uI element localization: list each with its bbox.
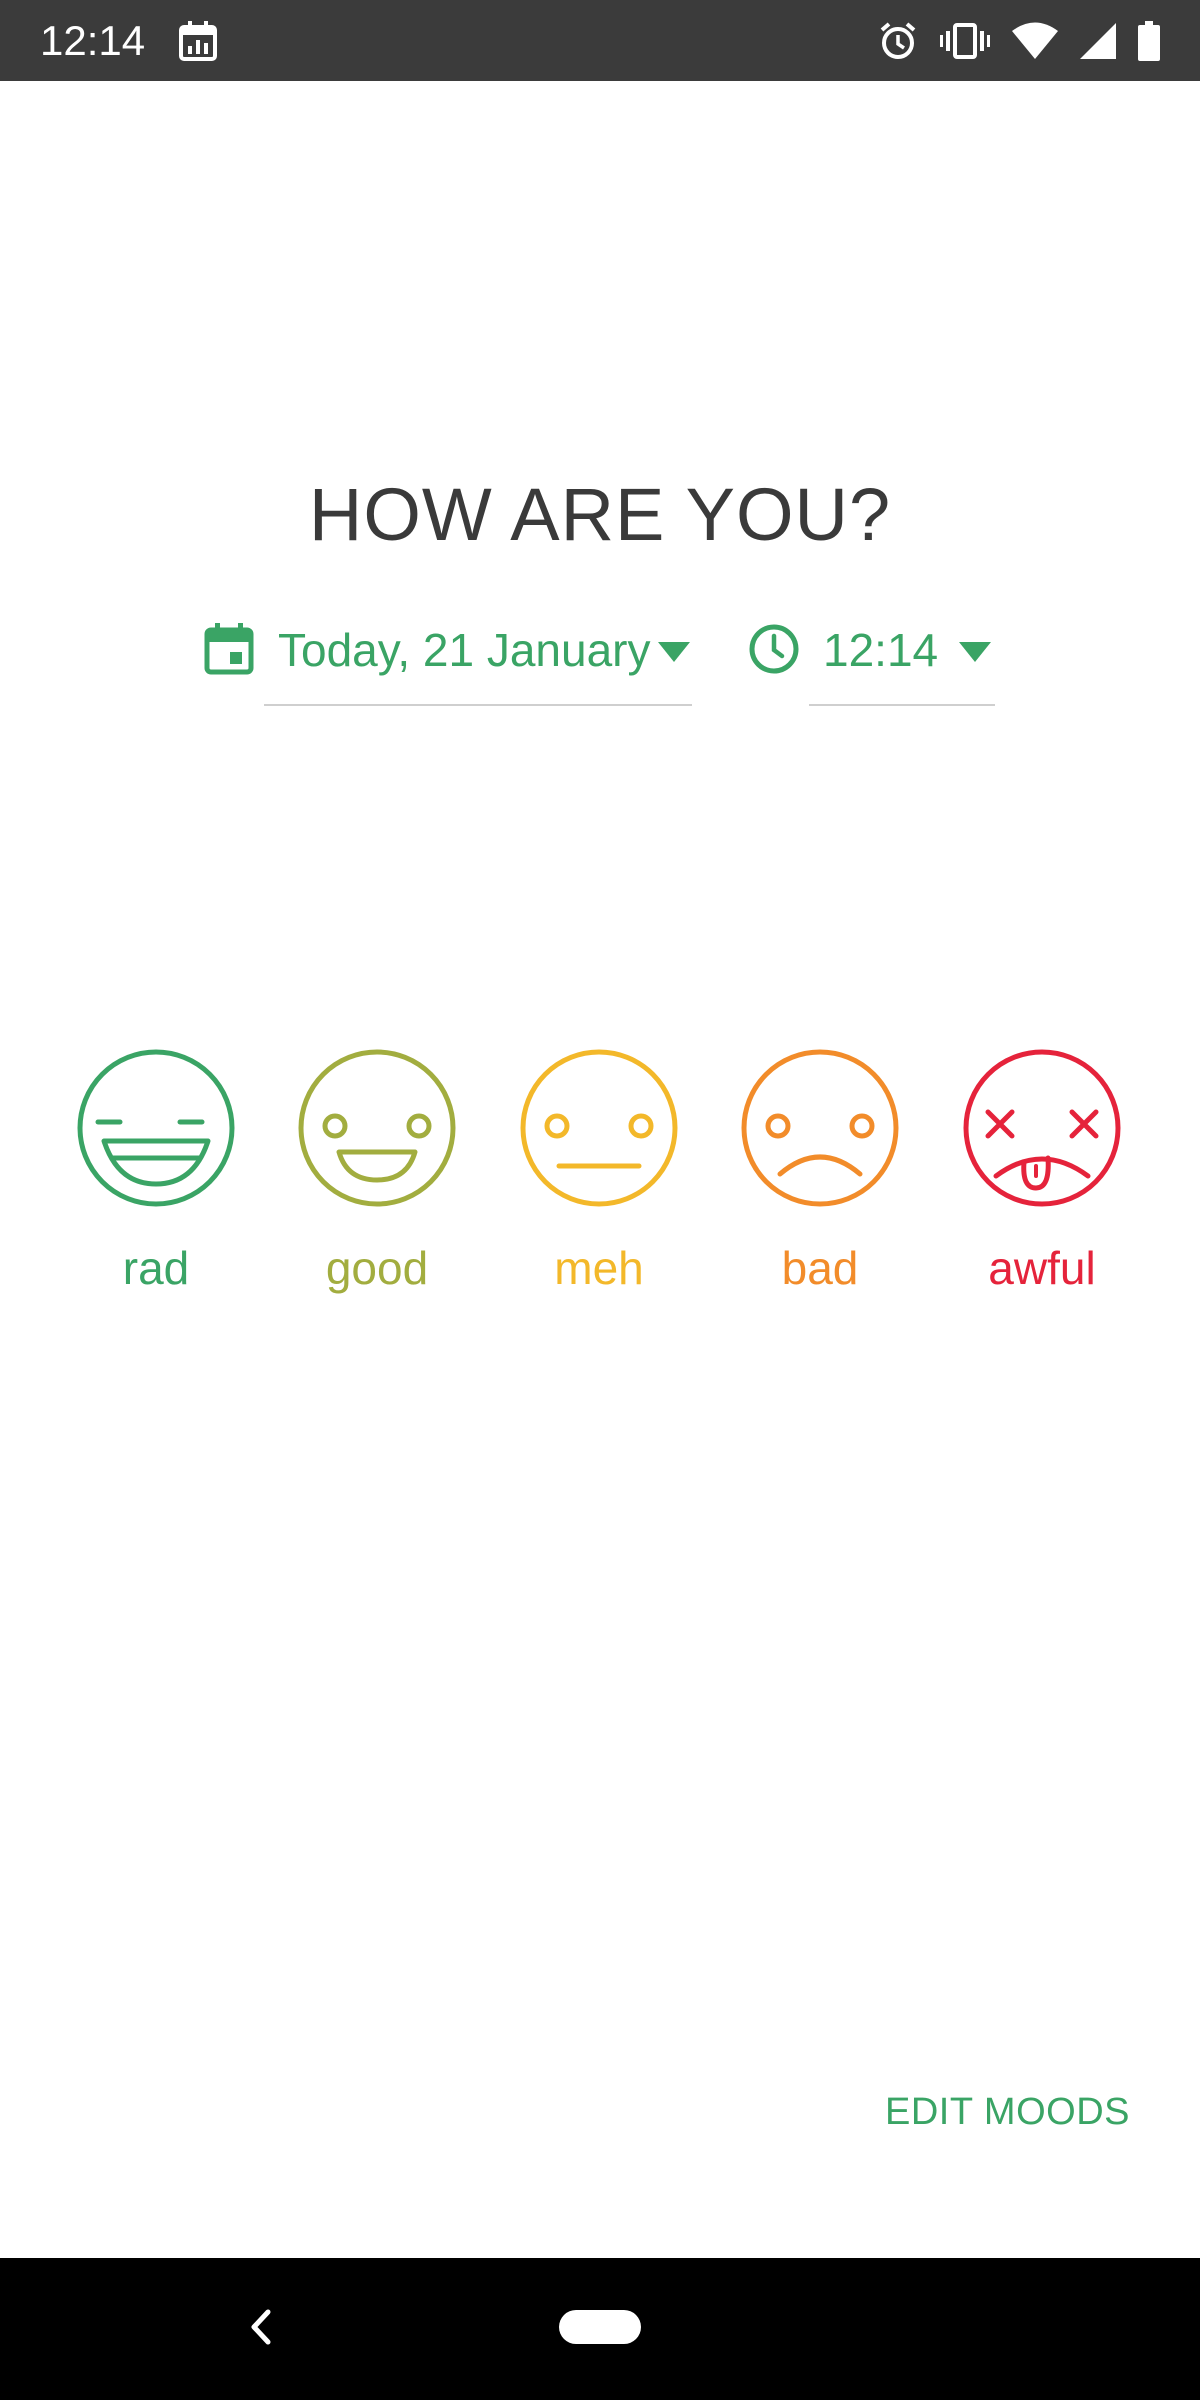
mood-rad[interactable]: rad bbox=[56, 1048, 256, 1308]
status-icons bbox=[878, 18, 1160, 64]
mood-label-bad: bad bbox=[781, 1242, 859, 1294]
calendar-icon bbox=[204, 623, 254, 675]
mood-label-awful: awful bbox=[988, 1242, 1096, 1294]
home-button[interactable] bbox=[559, 2310, 641, 2344]
screen: 12:14 HOW ARE YOU? Today, 21 January 12:… bbox=[0, 0, 1200, 2400]
signal-icon bbox=[1080, 23, 1116, 59]
mood-selector: rad good meh bad awful bbox=[0, 1048, 1200, 1308]
vibrate-icon bbox=[940, 23, 990, 59]
edit-moods-button[interactable]: EDIT MOODS bbox=[885, 2088, 1130, 2136]
mood-label-meh: meh bbox=[554, 1242, 644, 1294]
mood-awful[interactable]: awful bbox=[942, 1048, 1142, 1308]
status-time: 12:14 bbox=[40, 17, 146, 64]
mood-label-good: good bbox=[325, 1242, 429, 1294]
date-value: Today, 21 January bbox=[278, 624, 651, 676]
dropdown-arrow-icon bbox=[959, 642, 991, 662]
status-bar: 12:14 bbox=[0, 0, 1200, 81]
good-face-icon bbox=[298, 1049, 456, 1207]
date-selector[interactable]: Today, 21 January bbox=[200, 612, 695, 706]
mood-label-rad: rad bbox=[122, 1242, 190, 1294]
clock-icon bbox=[749, 624, 799, 674]
bad-face-icon bbox=[741, 1049, 899, 1207]
wifi-icon bbox=[1012, 22, 1058, 59]
mood-good[interactable]: good bbox=[277, 1048, 477, 1308]
alarm-icon bbox=[880, 22, 916, 59]
battery-icon bbox=[1138, 21, 1160, 61]
mood-bad[interactable]: bad bbox=[720, 1048, 920, 1308]
awful-face-icon bbox=[963, 1049, 1121, 1207]
calendar-icon bbox=[179, 21, 217, 61]
dropdown-arrow-icon bbox=[658, 642, 690, 662]
mood-meh[interactable]: meh bbox=[499, 1048, 699, 1308]
rad-face-icon bbox=[77, 1049, 235, 1207]
meh-face-icon bbox=[520, 1049, 678, 1207]
navigation-bar bbox=[0, 2258, 1200, 2400]
time-value: 12:14 bbox=[823, 624, 939, 676]
page-title: HOW ARE YOU? bbox=[308, 473, 892, 556]
time-underline bbox=[809, 704, 995, 706]
time-selector[interactable]: 12:14 bbox=[745, 612, 995, 706]
date-underline bbox=[264, 704, 692, 706]
back-icon[interactable] bbox=[240, 2302, 280, 2352]
